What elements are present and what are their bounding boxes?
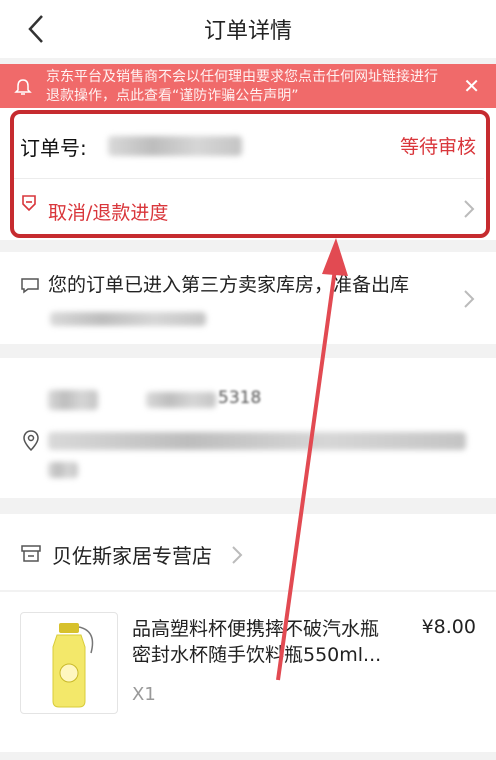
logistics-time-redacted xyxy=(50,312,206,326)
chevron-right-icon[interactable] xyxy=(462,288,476,310)
shop-name[interactable]: 贝佐斯家居专营店 xyxy=(52,540,212,569)
logistics-message: 您的订单已进入第三方卖家库房，准备出库 xyxy=(48,274,410,296)
product-name[interactable]: 品高塑料杯便携摔不破汽水瓶密封水杯随手饮料瓶550ml... xyxy=(132,616,397,668)
chevron-right-icon[interactable] xyxy=(230,544,244,566)
store-icon xyxy=(21,545,41,562)
address-line2-redacted xyxy=(48,462,78,478)
page-title: 订单详情 xyxy=(203,19,292,44)
location-pin-icon xyxy=(23,430,39,452)
close-icon[interactable]: ✕ xyxy=(463,74,480,98)
shop-card[interactable]: 贝佐斯家居专营店 xyxy=(0,514,496,590)
product-price: ¥8.00 xyxy=(421,616,476,638)
notice-text: 京东平台及销售商不会以任何理由要求您点击任何网址链接进行退款操作，点此查看“谨防… xyxy=(46,69,438,104)
bell-icon xyxy=(14,79,32,95)
recipient-phone-suffix: 5318 xyxy=(218,388,262,408)
fraud-notice-banner[interactable]: 京东平台及销售商不会以任何理由要求您点击任何网址链接进行退款操作，点此查看“谨防… xyxy=(0,64,496,108)
bottle-image xyxy=(52,623,94,708)
recipient-phone-redacted xyxy=(146,392,216,408)
address-line1-redacted xyxy=(48,432,466,450)
address-card: 5318 xyxy=(0,358,496,498)
product-thumbnail[interactable] xyxy=(20,612,118,714)
product-card[interactable]: 品高塑料杯便携摔不破汽水瓶密封水杯随手饮料瓶550ml... ¥8.00 X1 xyxy=(0,592,496,752)
recipient-name-redacted xyxy=(48,390,98,410)
product-quantity: X1 xyxy=(132,684,156,705)
top-bar: 订单详情 xyxy=(0,0,496,58)
logistics-card[interactable]: 您的订单已进入第三方卖家库房，准备出库 xyxy=(0,252,496,344)
highlight-box xyxy=(10,110,490,238)
message-icon xyxy=(21,278,39,294)
